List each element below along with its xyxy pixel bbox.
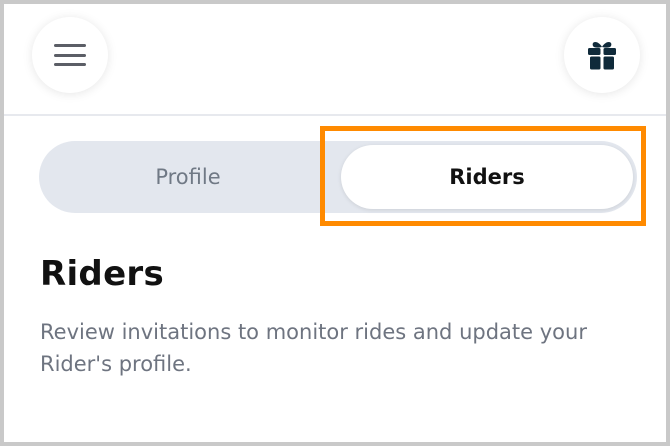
page-title: Riders [40,254,165,294]
app-screen: Profile Riders Riders Review invitations… [4,4,666,442]
tab-profile[interactable]: Profile [39,141,337,213]
top-bar [4,4,666,116]
hamburger-menu-icon [54,44,86,66]
gift-icon [588,42,616,70]
menu-button[interactable] [32,17,108,93]
gift-button[interactable] [564,17,640,93]
page-description: Review invitations to monitor rides and … [40,320,587,376]
highlight-box [320,126,646,226]
